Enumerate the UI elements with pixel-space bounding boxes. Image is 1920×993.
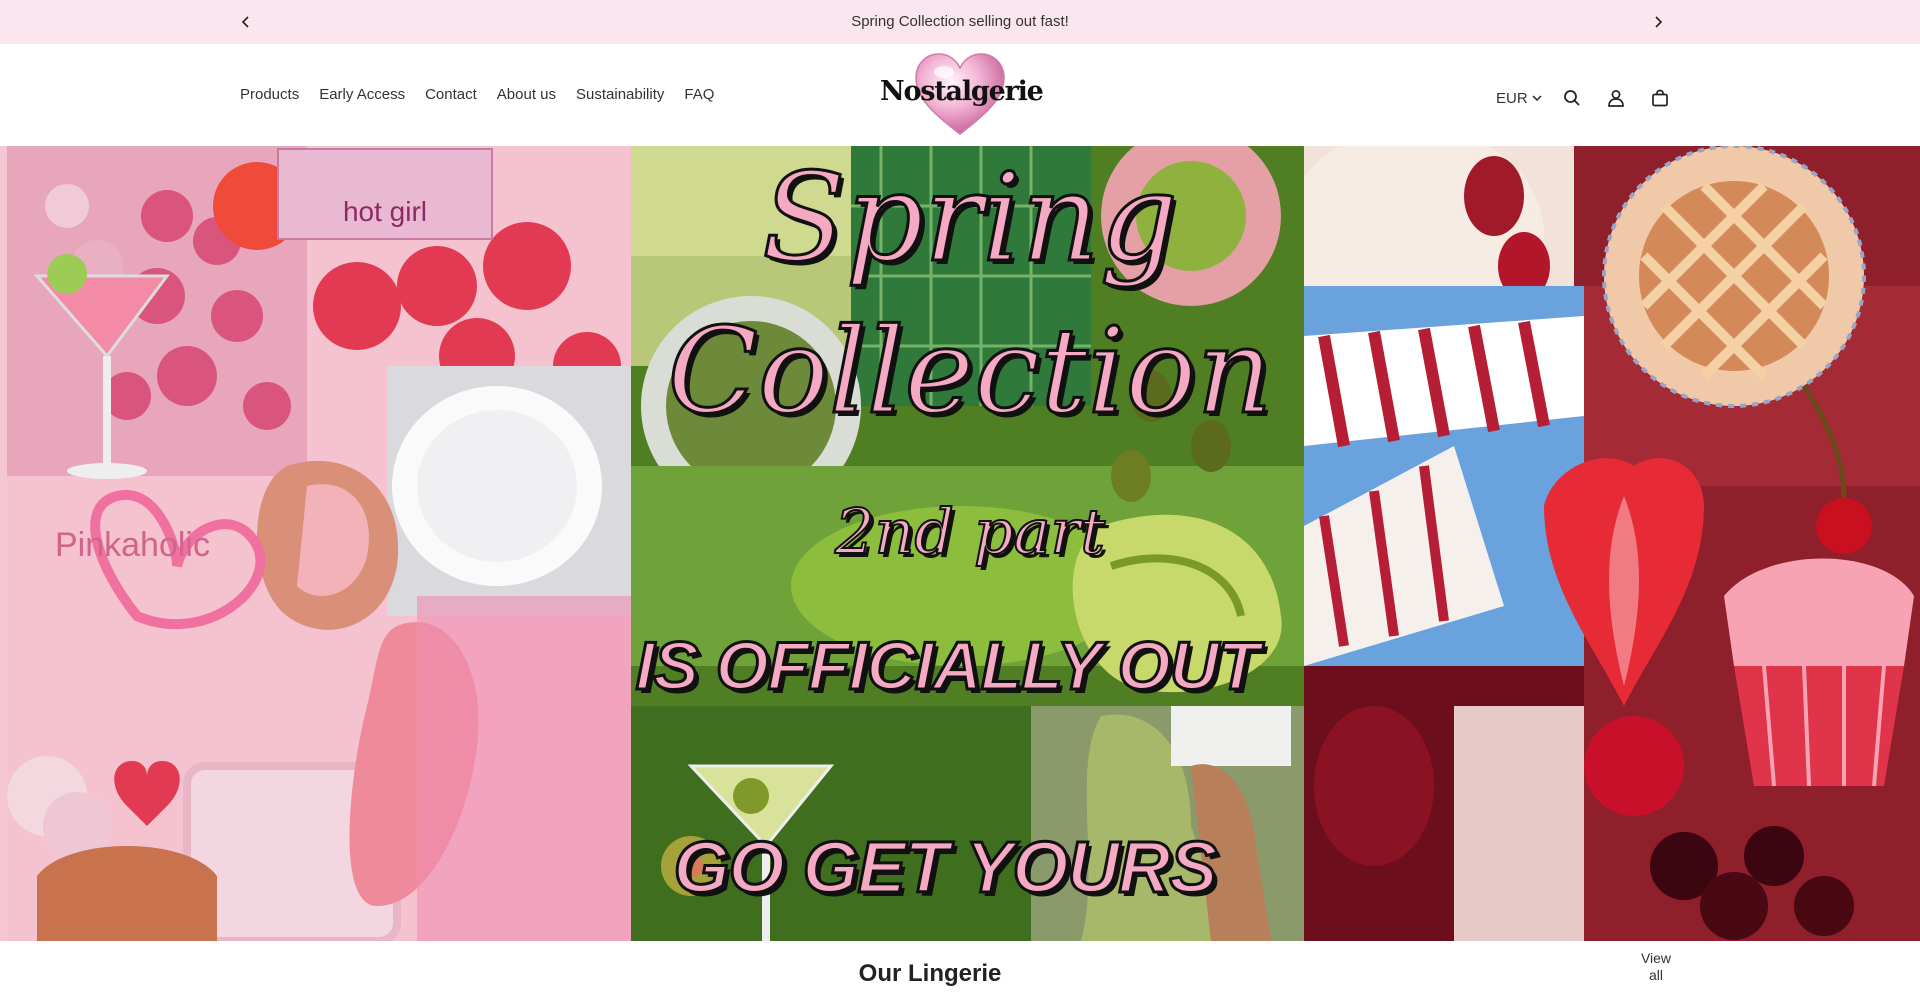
site-header: Products Early Access Contact About us S…: [0, 44, 1920, 146]
nav-contact[interactable]: Contact: [425, 86, 477, 103]
cart-button[interactable]: [1646, 84, 1674, 112]
brand-logo[interactable]: Nostalgerie: [880, 52, 1044, 138]
chevron-down-icon: [1532, 95, 1542, 102]
hero-headline-officially-out: IS OFFICIALLY OUT: [634, 627, 1261, 706]
currency-value: EUR: [1496, 89, 1528, 107]
nav-sustainability[interactable]: Sustainability: [576, 86, 664, 103]
hero-panel-red: [1304, 146, 1920, 941]
section-title: Our Lingerie: [858, 960, 1002, 987]
currency-selector[interactable]: EUR: [1496, 90, 1542, 107]
nav-early-access[interactable]: Early Access: [319, 86, 405, 103]
cart-bag-icon: [1651, 89, 1668, 107]
hero-headline-part: 2nd part: [834, 495, 1106, 569]
main-nav: Products Early Access Contact About us S…: [240, 86, 714, 103]
announcement-message: Spring Collection selling out fast!: [851, 13, 1069, 30]
header-utilities: EUR: [1496, 84, 1674, 112]
account-button[interactable]: [1602, 84, 1630, 112]
pinkaholic-caption: Pinkaholic: [55, 526, 210, 564]
hot-girl-badge-text: hot girl: [342, 196, 428, 227]
nav-products[interactable]: Products: [240, 86, 299, 103]
hot-girl-badge: hot girl: [277, 148, 493, 240]
search-button[interactable]: [1558, 84, 1586, 112]
chevron-right-icon: [1655, 16, 1663, 28]
nav-about-us[interactable]: About us: [497, 86, 556, 103]
brand-wordmark: Nostalgerie: [880, 76, 1044, 107]
hero-headline-go-get-yours: GO GET YOURS: [672, 827, 1219, 910]
hero-headline-collection: Collection: [666, 302, 1274, 440]
view-all-link[interactable]: View all: [1640, 950, 1672, 984]
red-collage-image: [1304, 146, 1920, 941]
announcement-next-button[interactable]: [1646, 10, 1670, 34]
announcement-bar: Spring Collection selling out fast!: [0, 0, 1920, 44]
hero-headline-spring: Spring: [761, 147, 1180, 289]
hero-panel-pink: hot girl Pinkaholic: [7, 146, 631, 941]
nav-faq[interactable]: FAQ: [684, 86, 714, 103]
hero-banner[interactable]: hot girl Pinkaholic Spring Collection 2n…: [0, 146, 1920, 941]
account-icon: [1607, 90, 1624, 107]
search-icon: [1563, 90, 1580, 106]
